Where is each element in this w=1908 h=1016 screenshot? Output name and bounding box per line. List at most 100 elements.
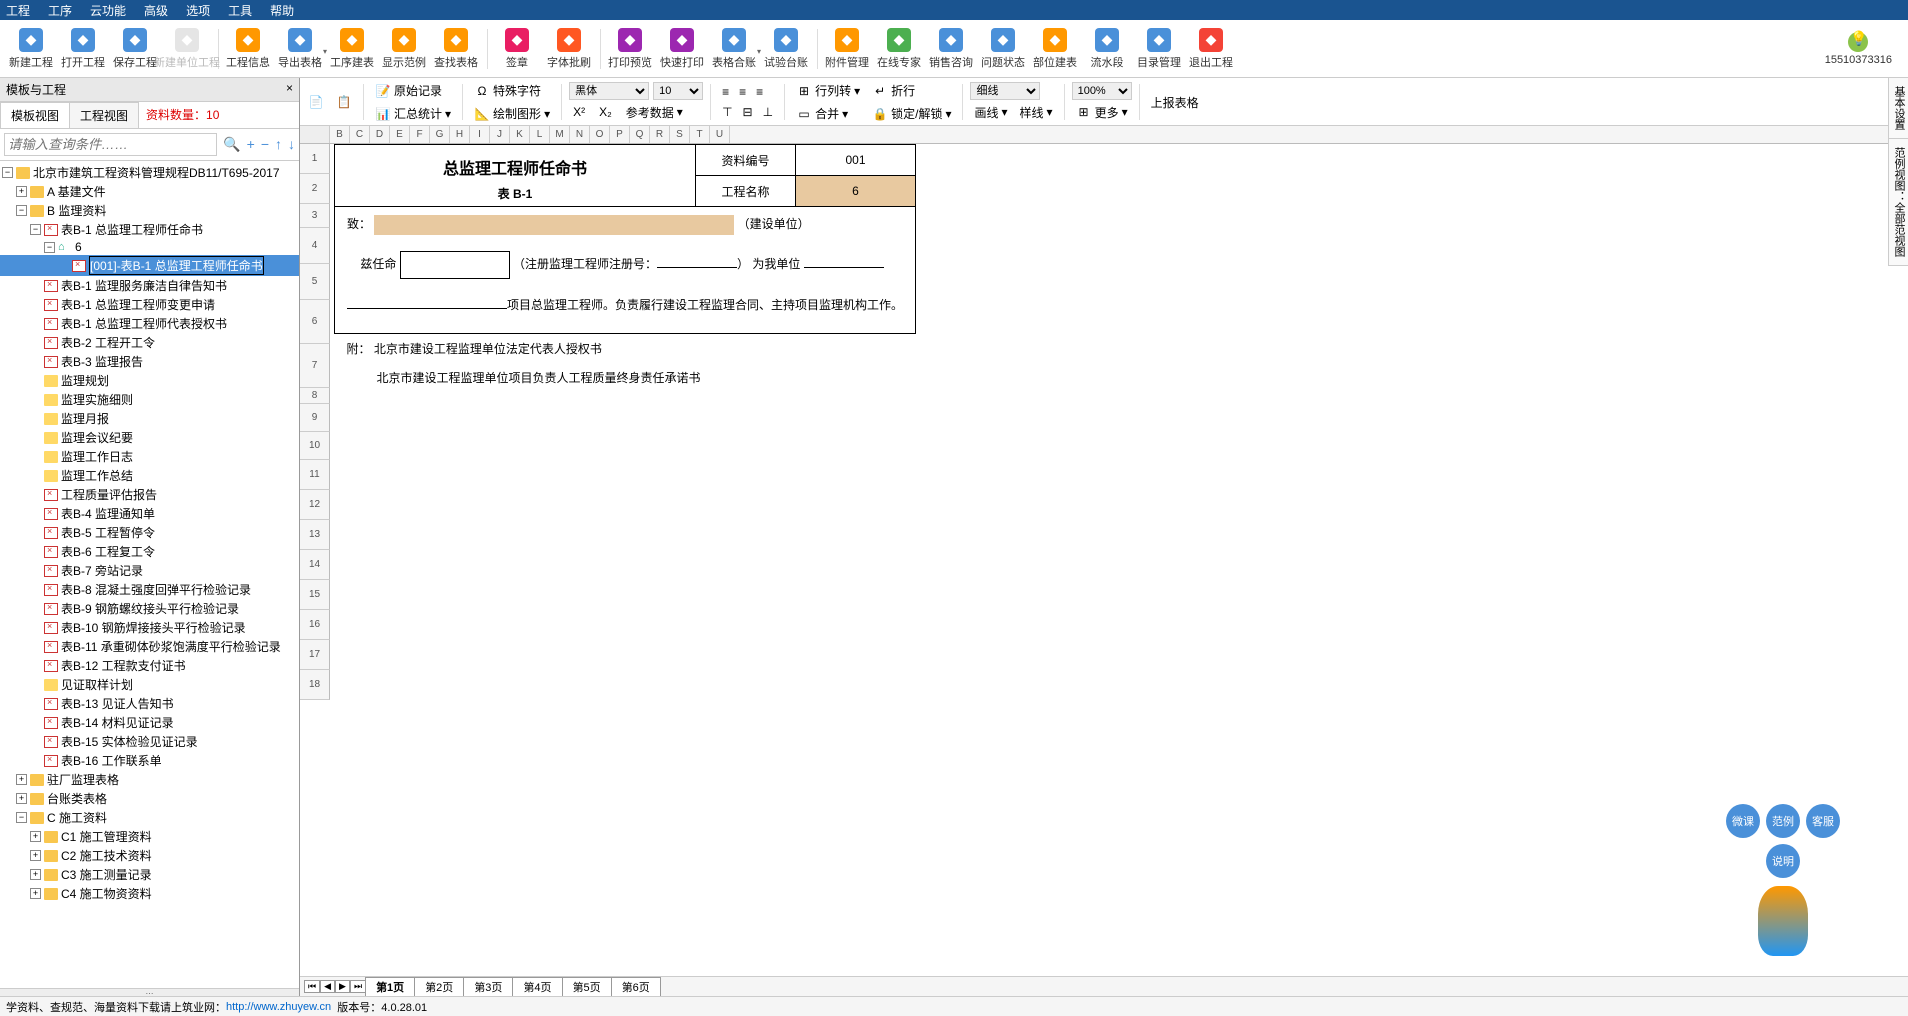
more-button[interactable]: ⊞更多 ▾	[1072, 102, 1132, 123]
tree-node[interactable]: −北京市建筑工程资料管理规程DB11/T695-2017	[0, 163, 299, 182]
toolbar-在线专家[interactable]: ◆在线专家	[874, 23, 924, 75]
tab-project-view[interactable]: 工程视图	[69, 102, 139, 128]
col-header[interactable]: B	[330, 126, 350, 143]
tree-node[interactable]: 监理工作日志	[0, 447, 299, 466]
right-tab-basic[interactable]: 基本设置	[1889, 78, 1908, 139]
tree-node[interactable]: +台账类表格	[0, 789, 299, 808]
toolbar-附件管理[interactable]: ◆附件管理	[822, 23, 872, 75]
row-header[interactable]: 6	[300, 300, 330, 344]
tree-node[interactable]: 表B-4 监理通知单	[0, 504, 299, 523]
assistant-robot-icon[interactable]	[1758, 886, 1808, 956]
stat-button[interactable]: 📊汇总统计 ▾	[371, 103, 455, 124]
align-right-icon[interactable]: ≡	[752, 83, 767, 101]
menu-高级[interactable]: 高级	[144, 2, 168, 19]
docno-value[interactable]: 001	[796, 145, 916, 176]
drawline-button[interactable]: 画线 ▾	[970, 102, 1011, 123]
col-header[interactable]: M	[550, 126, 570, 143]
search-input[interactable]	[4, 133, 217, 156]
toolbar-显示范例[interactable]: ◆显示范例	[379, 23, 429, 75]
resize-handle[interactable]: ⋯	[0, 988, 299, 996]
col-header[interactable]: I	[470, 126, 490, 143]
tree-node[interactable]: 表B-6 工程复工令	[0, 542, 299, 561]
tree-node[interactable]: 表B-11 承重砌体砂浆饱满度平行检验记录	[0, 637, 299, 656]
tree-node[interactable]: 表B-15 实体检验见证记录	[0, 732, 299, 751]
col-header[interactable]: H	[450, 126, 470, 143]
row-header[interactable]: 2	[300, 174, 330, 204]
up-arrow-icon[interactable]: ↑	[275, 136, 282, 153]
row-header[interactable]: 13	[300, 520, 330, 550]
tree-toggle-icon[interactable]: +	[30, 888, 41, 899]
search-icon[interactable]: 🔍	[223, 136, 240, 153]
col-header[interactable]: C	[350, 126, 370, 143]
fontsize-select[interactable]: 10	[653, 82, 703, 100]
align-left-icon[interactable]: ≡	[718, 83, 733, 101]
tree-node[interactable]: 表B-1 总监理工程师变更申请	[0, 295, 299, 314]
proj-value[interactable]: 6	[796, 176, 916, 207]
tree-toggle-icon[interactable]: +	[16, 793, 27, 804]
toolbar-目录管理[interactable]: ◆目录管理	[1134, 23, 1184, 75]
col-header[interactable]: G	[430, 126, 450, 143]
tree-node[interactable]: 见证取样计划	[0, 675, 299, 694]
undo-icon[interactable]: 📄	[304, 92, 328, 112]
tree-toggle-icon[interactable]: −	[44, 242, 55, 253]
valign-bot-icon[interactable]: ⊥	[759, 103, 777, 121]
tab-template-view[interactable]: 模板视图	[0, 102, 70, 128]
add-icon[interactable]: +	[247, 136, 255, 153]
superscript-button[interactable]: X²	[569, 103, 589, 121]
toolbar-销售咨询[interactable]: ◆销售咨询	[926, 23, 976, 75]
toolbar-打开工程[interactable]: ◆打开工程	[58, 23, 108, 75]
col-header[interactable]: O	[590, 126, 610, 143]
col-header[interactable]: J	[490, 126, 510, 143]
tree-node[interactable]: +驻厂监理表格	[0, 770, 299, 789]
toolbar-导出表格[interactable]: ◆导出表格▾	[275, 23, 325, 75]
upload-button[interactable]: 上报表格	[1147, 92, 1203, 113]
col-header[interactable]: Q	[630, 126, 650, 143]
user-info[interactable]: 15510373316	[1825, 32, 1892, 66]
bubble-微课[interactable]: 微课	[1726, 804, 1760, 838]
tree-node[interactable]: [001]-表B-1 总监理工程师任命书	[0, 255, 299, 276]
draw-button[interactable]: 📐绘制图形 ▾	[470, 103, 554, 124]
menu-工程[interactable]: 工程	[6, 2, 30, 19]
tree-toggle-icon[interactable]: +	[30, 869, 41, 880]
row-header[interactable]: 11	[300, 460, 330, 490]
tab-prev-icon[interactable]: ◀	[320, 980, 335, 993]
bubble-范例[interactable]: 范例	[1766, 804, 1800, 838]
tree-toggle-icon[interactable]: +	[16, 774, 27, 785]
col-header[interactable]	[300, 126, 330, 143]
down-arrow-icon[interactable]: ↓	[288, 136, 295, 153]
toolbar-工序建表[interactable]: ◆工序建表	[327, 23, 377, 75]
remove-icon[interactable]: −	[261, 136, 269, 153]
row-header[interactable]: 16	[300, 610, 330, 640]
wrap-button[interactable]: ↵折行	[868, 80, 955, 101]
col-header[interactable]: N	[570, 126, 590, 143]
merge-button[interactable]: ▭合并 ▾	[792, 103, 864, 124]
tree-toggle-icon[interactable]: −	[2, 167, 13, 178]
tree-node[interactable]: +A 基建文件	[0, 182, 299, 201]
tree-node[interactable]: +C4 施工物资资料	[0, 884, 299, 903]
reg-field[interactable]	[657, 254, 737, 268]
tree-node[interactable]: −B 监理资料	[0, 201, 299, 220]
tree-node[interactable]: 表B-14 材料见证记录	[0, 713, 299, 732]
toolbar-部位建表[interactable]: ◆部位建表	[1030, 23, 1080, 75]
zoom-select[interactable]: 100%	[1072, 82, 1132, 100]
menu-选项[interactable]: 选项	[186, 2, 210, 19]
row-header[interactable]: 9	[300, 404, 330, 432]
toolbar-退出工程[interactable]: ◆退出工程	[1186, 23, 1236, 75]
spreadsheet-area[interactable]: BCDEFGHIJKLMNOPQRSTU 1234567891011121314…	[300, 126, 1908, 976]
col-header[interactable]: F	[410, 126, 430, 143]
sheet-tab[interactable]: 第4页	[512, 977, 562, 997]
tree-view[interactable]: −北京市建筑工程资料管理规程DB11/T695-2017+A 基建文件−B 监理…	[0, 161, 299, 988]
row-header[interactable]: 5	[300, 264, 330, 300]
tree-toggle-icon[interactable]: +	[30, 831, 41, 842]
menu-工具[interactable]: 工具	[228, 2, 252, 19]
bubble-说明[interactable]: 说明	[1766, 844, 1800, 878]
menu-帮助[interactable]: 帮助	[270, 2, 294, 19]
tree-node[interactable]: 工程质量评估报告	[0, 485, 299, 504]
status-link[interactable]: http://www.zhuyew.cn	[226, 1001, 331, 1013]
tree-node[interactable]: 表B-12 工程款支付证书	[0, 656, 299, 675]
tree-node[interactable]: 表B-5 工程暂停令	[0, 523, 299, 542]
row-header[interactable]: 18	[300, 670, 330, 700]
toolbar-流水段[interactable]: ◆流水段	[1082, 23, 1132, 75]
row-header[interactable]: 15	[300, 580, 330, 610]
tree-node[interactable]: 表B-8 混凝土强度回弹平行检验记录	[0, 580, 299, 599]
